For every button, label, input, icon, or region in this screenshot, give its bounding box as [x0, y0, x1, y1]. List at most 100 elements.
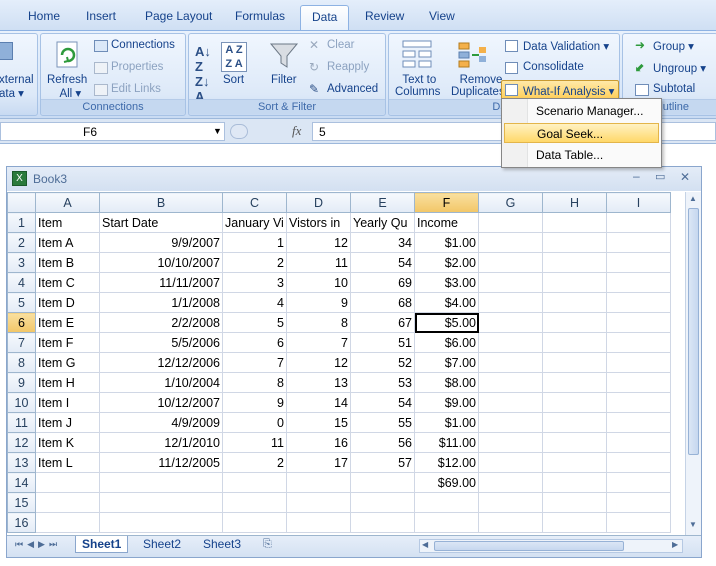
- advanced-button[interactable]: Advanced: [327, 83, 378, 95]
- cell[interactable]: Vistors in: [286, 212, 351, 233]
- cell[interactable]: Item I: [35, 392, 100, 413]
- sheet-tab-sheet3[interactable]: Sheet3: [203, 537, 241, 551]
- cell[interactable]: [542, 492, 607, 513]
- row-header[interactable]: 16: [7, 512, 36, 533]
- cell[interactable]: [478, 252, 543, 273]
- cell[interactable]: Item A: [35, 232, 100, 253]
- cell[interactable]: 9: [286, 292, 351, 313]
- menu-item-goal-seek[interactable]: Goal Seek...: [504, 123, 659, 143]
- cell[interactable]: [222, 472, 287, 493]
- tab-page-layout[interactable]: Page Layout: [145, 9, 212, 23]
- cell[interactable]: [542, 332, 607, 353]
- sheet-tab-sheet2[interactable]: Sheet2: [143, 537, 181, 551]
- cell[interactable]: $2.00: [414, 252, 479, 273]
- cell[interactable]: [542, 412, 607, 433]
- cell[interactable]: 14: [286, 392, 351, 413]
- cell[interactable]: Item L: [35, 452, 100, 473]
- cell[interactable]: 17: [286, 452, 351, 473]
- cell[interactable]: [606, 312, 671, 333]
- cell[interactable]: 12: [286, 352, 351, 373]
- cell[interactable]: 11: [286, 252, 351, 273]
- cell[interactable]: 5: [222, 312, 287, 333]
- row-header[interactable]: 10: [7, 392, 36, 413]
- cell[interactable]: 0: [222, 412, 287, 433]
- cell[interactable]: [478, 232, 543, 253]
- cell[interactable]: [478, 312, 543, 333]
- row-header[interactable]: 11: [7, 412, 36, 433]
- cell[interactable]: $7.00: [414, 352, 479, 373]
- cell[interactable]: [478, 272, 543, 293]
- cell[interactable]: [350, 512, 415, 533]
- row-header[interactable]: 3: [7, 252, 36, 273]
- cell[interactable]: $1.00: [414, 232, 479, 253]
- row-header[interactable]: 6: [7, 312, 36, 333]
- insert-sheet-icon[interactable]: ⎘: [263, 538, 272, 551]
- cell[interactable]: [542, 352, 607, 373]
- column-header[interactable]: B: [99, 192, 223, 213]
- column-header[interactable]: E: [350, 192, 415, 213]
- cell[interactable]: 67: [350, 312, 415, 333]
- cell[interactable]: 9: [222, 392, 287, 413]
- cell[interactable]: Item C: [35, 272, 100, 293]
- cell[interactable]: 69: [350, 272, 415, 293]
- formula-bar-resize-handle[interactable]: [230, 124, 248, 139]
- cell[interactable]: 12/1/2010: [99, 432, 223, 453]
- subtotal-button[interactable]: Subtotal: [653, 83, 695, 95]
- cell[interactable]: 55: [350, 412, 415, 433]
- horizontal-scrollbar[interactable]: ◀ ▶: [419, 539, 683, 553]
- cell[interactable]: [478, 412, 543, 433]
- cell[interactable]: 12: [286, 232, 351, 253]
- scroll-left-icon[interactable]: ◀: [422, 540, 428, 549]
- cell[interactable]: [478, 472, 543, 493]
- cell[interactable]: [542, 472, 607, 493]
- cell[interactable]: 8: [222, 372, 287, 393]
- sort-az-icon[interactable]: A↓ Z: [195, 44, 211, 74]
- cell[interactable]: [99, 472, 223, 493]
- cell[interactable]: [542, 452, 607, 473]
- row-header[interactable]: 7: [7, 332, 36, 353]
- horizontal-scroll-thumb[interactable]: [434, 541, 624, 551]
- clear-button[interactable]: Clear: [327, 39, 354, 51]
- cell[interactable]: [478, 392, 543, 413]
- cell[interactable]: 56: [350, 432, 415, 453]
- cell[interactable]: [606, 332, 671, 353]
- sheet-navigation-icons[interactable]: ⏮◀▶⏭: [15, 539, 61, 550]
- cell[interactable]: [414, 492, 479, 513]
- cell[interactable]: Item E: [35, 312, 100, 333]
- cell[interactable]: Income: [414, 212, 479, 233]
- row-header[interactable]: 8: [7, 352, 36, 373]
- cell[interactable]: [286, 472, 351, 493]
- tab-home[interactable]: Home: [28, 9, 60, 23]
- cell[interactable]: [478, 372, 543, 393]
- data-validation-button[interactable]: Data Validation ▾: [523, 39, 609, 53]
- insert-function-icon[interactable]: fx: [292, 123, 301, 139]
- column-header[interactable]: A: [35, 192, 100, 213]
- cell[interactable]: Item K: [35, 432, 100, 453]
- cell[interactable]: 1/1/2008: [99, 292, 223, 313]
- row-header[interactable]: 13: [7, 452, 36, 473]
- active-cell[interactable]: $5.00: [414, 312, 479, 333]
- cell[interactable]: [606, 432, 671, 453]
- scroll-down-icon[interactable]: ▼: [689, 520, 697, 529]
- cell[interactable]: [542, 372, 607, 393]
- cell[interactable]: [478, 452, 543, 473]
- cell[interactable]: 10/12/2007: [99, 392, 223, 413]
- cell[interactable]: Item B: [35, 252, 100, 273]
- cell[interactable]: [99, 512, 223, 533]
- cell[interactable]: Item F: [35, 332, 100, 353]
- cell[interactable]: 5/5/2006: [99, 332, 223, 353]
- name-box-dropdown-icon[interactable]: ▼: [213, 126, 222, 136]
- cell[interactable]: [606, 352, 671, 373]
- cell[interactable]: 15: [286, 412, 351, 433]
- cell[interactable]: [478, 292, 543, 313]
- cell[interactable]: 10: [286, 272, 351, 293]
- cell[interactable]: [606, 492, 671, 513]
- row-header[interactable]: 14: [7, 472, 36, 493]
- cell[interactable]: $69.00: [414, 472, 479, 493]
- cell[interactable]: 3: [222, 272, 287, 293]
- cell[interactable]: [606, 212, 671, 233]
- cell[interactable]: [478, 332, 543, 353]
- what-if-analysis-button[interactable]: What-If Analysis ▾: [501, 80, 619, 100]
- properties-button[interactable]: Properties: [111, 61, 163, 73]
- cell[interactable]: [99, 492, 223, 513]
